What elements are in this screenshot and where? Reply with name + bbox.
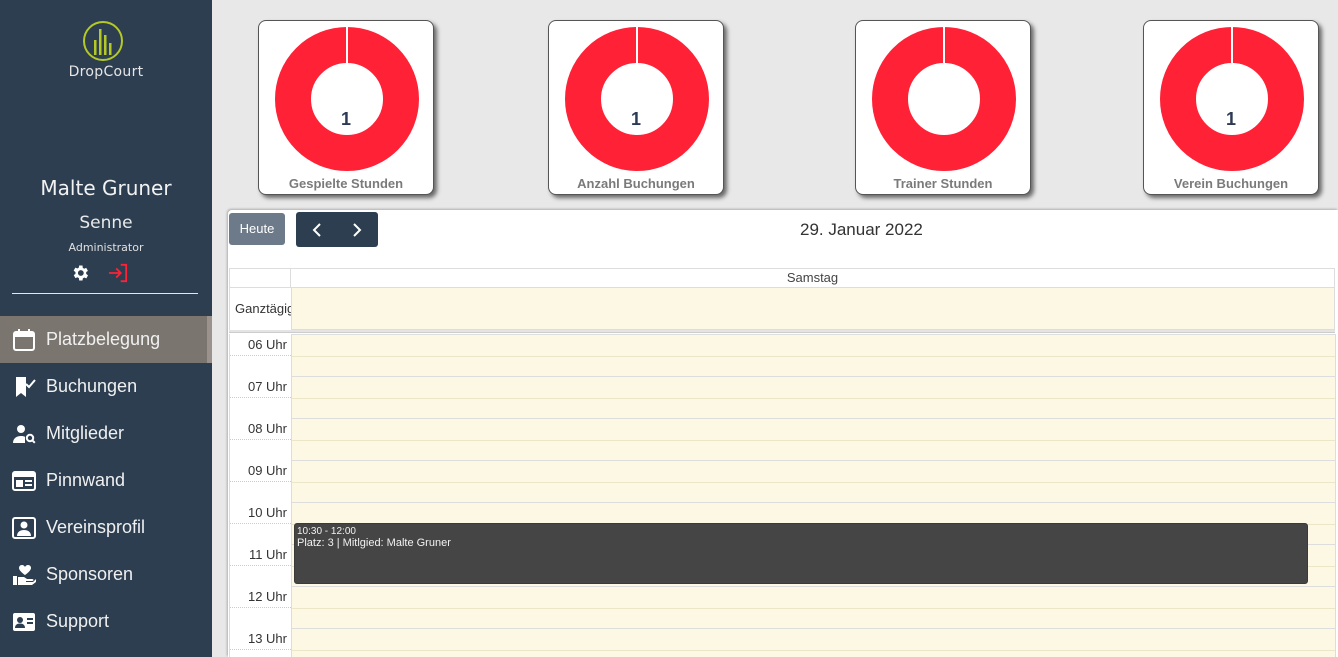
slot-time: 09 Uhr <box>230 460 292 502</box>
time-slot: 12 Uhr <box>230 586 1336 628</box>
stat-label: Anzahl Buchungen <box>577 176 695 191</box>
slot-cell[interactable] <box>292 460 1336 502</box>
nav-label: Buchungen <box>46 376 138 396</box>
user-name: Malte Gruner <box>40 176 172 200</box>
stat-label: Trainer Stunden <box>893 176 993 191</box>
slot-cell[interactable] <box>292 628 1336 657</box>
sidebar-divider <box>12 293 198 294</box>
slot-time: 10 Uhr <box>230 502 292 544</box>
allday-separator <box>229 330 1335 333</box>
nav-item-vereinsprofil[interactable]: Vereinsprofil <box>0 504 212 551</box>
allday-cell[interactable] <box>291 288 1335 330</box>
hand-heart-icon <box>13 564 36 585</box>
allday-label: Ganztägig <box>229 288 291 330</box>
stat-value: 1 <box>630 109 641 129</box>
chevron-left-icon[interactable] <box>296 212 337 247</box>
nav-item-sponsoren[interactable]: Sponsoren <box>0 551 212 598</box>
contact-card-icon <box>13 612 35 631</box>
stat-value: 1 <box>1225 109 1236 129</box>
stat-label: Verein Buchungen <box>1173 176 1289 191</box>
slot-time: 12 Uhr <box>230 586 292 628</box>
stat-card-verein-buchungen: 1 Verein Buchungen <box>1143 20 1319 195</box>
user-search-icon <box>13 424 36 444</box>
gear-icon[interactable] <box>70 263 90 283</box>
nav-label: Support <box>46 611 110 631</box>
slot-time: 11 Uhr <box>230 544 292 586</box>
calendar: Heute 29. Januar 2022 Samstag Ganztägig … <box>228 210 1338 657</box>
calendar-icon <box>13 328 35 351</box>
bookmark-check-icon <box>16 376 36 397</box>
nav-item-buchungen[interactable]: Buchungen <box>0 363 212 410</box>
brand-name: DropCourt <box>68 64 144 80</box>
nav-label: Pinnwand <box>46 470 126 490</box>
slot-cell[interactable] <box>292 586 1336 628</box>
calendar-title: 29. Januar 2022 <box>800 220 923 239</box>
user-role: Administrator <box>68 241 144 254</box>
donut-chart <box>565 26 709 171</box>
nav-item-mitglieder[interactable]: Mitglieder <box>0 410 212 457</box>
slot-time: 06 Uhr <box>230 334 292 376</box>
nav-label: Mitglieder <box>46 423 125 443</box>
slot-cell[interactable] <box>292 334 1336 376</box>
stat-card-anzahl-buchungen: 1 Anzahl Buchungen <box>548 20 724 195</box>
nav-item-platzbelegung[interactable]: Platzbelegung <box>0 316 212 363</box>
nav-item-support[interactable]: Support <box>0 598 212 645</box>
sidebar: DropCourt Malte Gruner Senne Administrat… <box>0 0 212 657</box>
board-icon <box>12 470 36 491</box>
nav-label: Sponsoren <box>46 564 134 584</box>
slot-cell[interactable] <box>292 376 1336 418</box>
logout-icon[interactable] <box>107 263 129 283</box>
user-actions <box>70 263 140 283</box>
chevron-right-icon[interactable] <box>337 212 378 247</box>
stat-label: Gespielte Stunden <box>288 176 404 191</box>
calendar-event[interactable]: 10:30 - 12:00 Platz: 3 | Mitlgied: Malte… <box>294 523 1308 584</box>
time-slot: 06 Uhr <box>230 334 1336 376</box>
slot-time: 08 Uhr <box>230 418 292 460</box>
header-gutter <box>229 268 291 288</box>
nav-menu: Platzbelegung Buchungen Mitglieder Pinnw… <box>0 316 212 645</box>
club-name: Senne <box>79 213 133 233</box>
slot-cell[interactable] <box>292 418 1336 460</box>
donut-chart <box>872 26 1016 171</box>
slot-time: 13 Uhr <box>230 628 292 657</box>
dropcourt-logo-icon <box>83 21 123 61</box>
profile-card-icon <box>12 516 36 539</box>
time-slot: 13 Uhr <box>230 628 1336 657</box>
event-title: Platz: 3 | Mitlgied: Malte Gruner <box>297 537 451 549</box>
stat-card-trainer-stunden: Trainer Stunden <box>855 20 1031 195</box>
slot-time: 07 Uhr <box>230 376 292 418</box>
donut-chart <box>275 26 419 171</box>
time-slot: 08 Uhr <box>230 418 1336 460</box>
time-slot: 09 Uhr <box>230 460 1336 502</box>
stat-value: 1 <box>340 109 351 129</box>
nav-label: Vereinsprofil <box>46 517 146 537</box>
nav-label: Platzbelegung <box>46 329 161 349</box>
stat-card-gespielte-stunden: 1 Gespielte Stunden <box>258 20 434 195</box>
donut-chart <box>1160 26 1304 171</box>
event-time: 10:30 - 12:00 <box>297 526 356 537</box>
today-button[interactable]: Heute <box>229 213 285 245</box>
nav-item-pinnwand[interactable]: Pinnwand <box>0 457 212 504</box>
day-header: Samstag <box>291 268 1335 288</box>
calendar-nav <box>296 212 378 247</box>
time-slot: 07 Uhr <box>230 376 1336 418</box>
time-grid: 06 Uhr 07 Uhr 08 Uhr 09 Uhr 10 Uhr 11 Uh… <box>229 334 1336 657</box>
